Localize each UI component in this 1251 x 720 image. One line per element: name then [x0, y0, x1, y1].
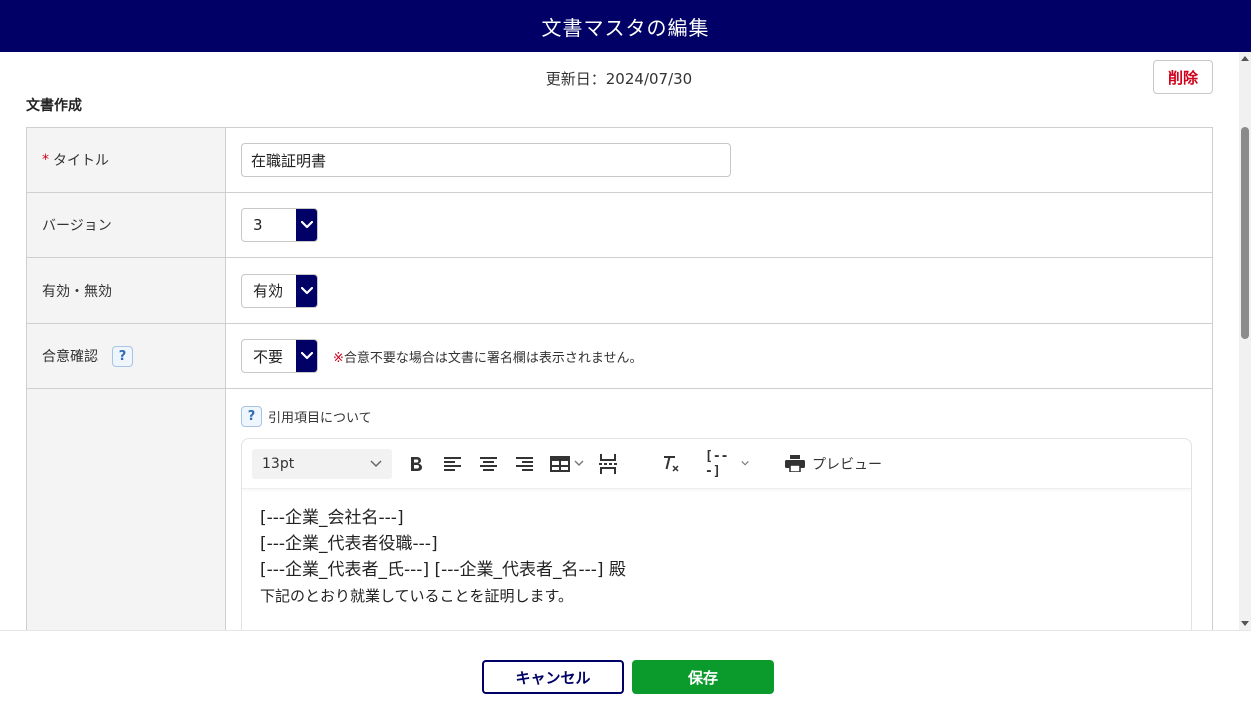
scroll-down-arrow-icon[interactable] — [1239, 618, 1251, 630]
note-mark: ※ — [333, 350, 344, 366]
form-row-consent: 合意確認 ? 不要 ※合意不要な場合は文書に署名欄は表示されません。 — [26, 324, 1213, 389]
scrollbar-thumb[interactable] — [1241, 127, 1249, 339]
form-row-title: * タイトル — [26, 128, 1213, 193]
consent-note: ※合意不要な場合は文書に署名欄は表示されません。 — [333, 347, 643, 366]
consent-select[interactable]: 不要 — [241, 339, 318, 373]
version-label: バージョン — [27, 193, 226, 257]
editor-line: 下記のとおり就業していることを証明します。 — [260, 587, 574, 605]
updated-date: 更新日：2024/07/30 — [545, 70, 693, 88]
status-label: 有効・無効 — [27, 258, 226, 323]
rich-text-editor: 13pt [---] プレビュー [---企業_会社名---] [---企業_代… — [241, 438, 1192, 630]
chevron-down-icon — [574, 460, 584, 466]
editor-line: [---企業_会社名---] — [260, 508, 404, 528]
editor-content[interactable]: [---企業_会社名---] [---企業_代表者役職---] [---企業_代… — [242, 489, 1191, 625]
consent-select-value: 不要 — [253, 347, 284, 366]
clear-format-icon[interactable] — [657, 449, 683, 479]
preview-label: プレビュー — [812, 456, 882, 473]
table-icon[interactable] — [547, 449, 587, 479]
align-right-icon[interactable] — [511, 449, 537, 479]
chevron-down-icon — [370, 459, 382, 467]
printer-icon — [785, 455, 805, 472]
quote-fields-help-label: 引用項目について — [268, 411, 372, 426]
chevron-down-icon — [296, 209, 317, 241]
cancel-button[interactable]: キャンセル — [482, 660, 624, 694]
quote-fields-help[interactable]: ? 引用項目について — [241, 406, 372, 427]
save-button[interactable]: 保存 — [632, 660, 774, 694]
align-center-icon[interactable] — [475, 449, 501, 479]
body-label — [27, 389, 226, 630]
status-value-cell: 有効 — [226, 258, 1212, 323]
version-value-cell: 3 — [226, 193, 1212, 257]
bold-icon[interactable] — [403, 449, 429, 479]
preview-button[interactable]: プレビュー — [785, 454, 882, 474]
help-icon[interactable]: ? — [112, 345, 133, 367]
consent-label: 合意確認 ? — [27, 324, 226, 388]
footer-actions: キャンセル 保存 — [0, 630, 1251, 720]
consent-label-text: 合意確認 — [42, 349, 98, 365]
form-row-version: バージョン 3 — [26, 193, 1213, 258]
form-row-status: 有効・無効 有効 — [26, 258, 1213, 324]
title-label: * タイトル — [27, 128, 226, 192]
insert-field-label: [---] — [705, 448, 729, 479]
consent-note-text: 合意不要な場合は文書に署名欄は表示されません。 — [343, 350, 643, 366]
editor-line: [---企業_代表者役職---] — [260, 534, 438, 554]
version-select-value: 3 — [253, 216, 263, 234]
vertical-scrollbar[interactable] — [1239, 52, 1251, 630]
page-break-icon[interactable] — [595, 449, 621, 479]
title-input[interactable] — [241, 143, 731, 177]
page-header: 文書マスタの編集 — [0, 0, 1251, 52]
form-row-body: ? 引用項目について 13pt [---] プレビュー [---企業_会社名--… — [26, 389, 1213, 630]
font-size-value: 13pt — [262, 455, 295, 472]
chevron-down-icon — [296, 274, 317, 307]
editor-toolbar: 13pt [---] プレビュー — [242, 439, 1191, 489]
main-content: 更新日：2024/07/30 削除 文書作成 * タイトル バージョン 3 — [0, 52, 1251, 630]
consent-value-cell: 不要 ※合意不要な場合は文書に署名欄は表示されません。 — [226, 324, 1212, 388]
page-title: 文書マスタの編集 — [541, 15, 710, 40]
align-left-icon[interactable] — [439, 449, 465, 479]
chevron-down-icon — [741, 461, 749, 466]
document-form: * タイトル バージョン 3 有効・無効 — [26, 127, 1213, 630]
version-select[interactable]: 3 — [241, 208, 318, 242]
delete-button[interactable]: 削除 — [1153, 60, 1213, 94]
editor-line: [---企業_代表者_氏---] [---企業_代表者_名---] 殿 — [260, 560, 626, 580]
body-value-cell: ? 引用項目について 13pt [---] プレビュー [---企業_会社名--… — [226, 389, 1212, 630]
status-select-value: 有効 — [253, 282, 284, 300]
section-title: 文書作成 — [26, 98, 82, 114]
title-label-text: タイトル — [53, 153, 109, 169]
status-select[interactable]: 有効 — [241, 273, 318, 308]
font-size-select[interactable]: 13pt — [252, 448, 392, 479]
title-value-cell — [226, 128, 1212, 192]
insert-field-dropdown[interactable]: [---] — [705, 449, 749, 479]
chevron-down-icon — [296, 340, 317, 372]
help-icon[interactable]: ? — [241, 406, 262, 427]
scroll-up-arrow-icon[interactable] — [1239, 52, 1251, 64]
required-mark: * — [42, 152, 49, 168]
